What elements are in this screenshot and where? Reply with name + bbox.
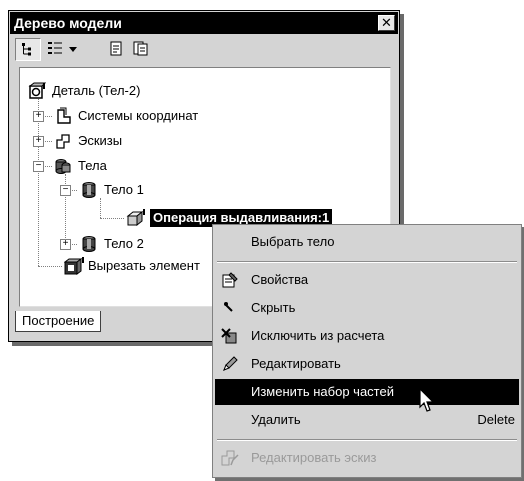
body-icon bbox=[80, 181, 98, 199]
tree-item-label: Тела bbox=[78, 158, 107, 173]
menu-item-label: Изменить набор частей bbox=[251, 384, 394, 399]
tree-item-label: Вырезать элемент bbox=[88, 258, 200, 273]
menu-item-label: Скрыть bbox=[251, 300, 296, 315]
menu-item-edit-sketch[interactable]: Редактировать эскиз bbox=[215, 445, 519, 471]
menu-item-shortcut: Delete bbox=[477, 412, 515, 427]
context-menu: Выбрать тело Свойства Скрыть Исключить и… bbox=[212, 224, 522, 478]
extrusion-icon bbox=[126, 209, 145, 227]
document-copy-button[interactable] bbox=[130, 38, 150, 59]
menu-item-label: Удалить bbox=[251, 412, 301, 427]
tree-item-label: Тело 1 bbox=[104, 182, 144, 197]
tab-construction[interactable]: Построение bbox=[15, 311, 102, 332]
menu-item-edit[interactable]: Редактировать bbox=[215, 351, 519, 377]
close-button[interactable]: ✕ bbox=[378, 15, 395, 31]
expand-toggle[interactable]: + bbox=[33, 111, 44, 122]
tree-item-label: Эскизы bbox=[78, 133, 123, 148]
expand-toggle[interactable]: + bbox=[33, 136, 44, 147]
mouse-pointer-icon bbox=[419, 388, 435, 412]
menu-item-label: Выбрать тело bbox=[251, 234, 335, 249]
hide-icon bbox=[221, 295, 239, 324]
menu-item-label: Редактировать эскиз bbox=[251, 450, 377, 465]
list-view-button[interactable] bbox=[44, 38, 66, 59]
panel-title: Дерево модели bbox=[14, 15, 122, 31]
expand-toggle[interactable]: + bbox=[60, 239, 71, 250]
menu-item-label: Редактировать bbox=[251, 356, 341, 371]
menu-item-label: Исключить из расчета bbox=[251, 328, 385, 343]
menu-item-delete[interactable]: Удалить Delete bbox=[215, 407, 519, 433]
tree-connector bbox=[100, 218, 124, 219]
dropdown-arrow-icon bbox=[69, 47, 77, 52]
edit-sketch-icon bbox=[221, 445, 239, 475]
exclude-icon bbox=[221, 323, 239, 353]
tree-connector bbox=[38, 266, 62, 267]
panel-toolbar bbox=[10, 35, 398, 63]
menu-separator bbox=[217, 261, 517, 263]
tree-connector bbox=[100, 198, 101, 218]
part-icon bbox=[28, 82, 47, 100]
sketch-icon bbox=[54, 132, 72, 150]
menu-item-exclude-from-calc[interactable]: Исключить из расчета bbox=[215, 323, 519, 349]
menu-item-select-body[interactable]: Выбрать тело bbox=[215, 229, 519, 255]
list-view-icon bbox=[48, 42, 62, 54]
collapse-toggle[interactable]: − bbox=[60, 185, 71, 196]
cut-element-icon bbox=[63, 257, 84, 275]
menu-item-hide[interactable]: Скрыть bbox=[215, 295, 519, 321]
document-icon bbox=[110, 41, 122, 56]
tree-root-label: Деталь (Тел-2) bbox=[52, 83, 141, 98]
edit-pencil-icon bbox=[221, 351, 239, 381]
document-button[interactable] bbox=[106, 38, 126, 59]
menu-separator bbox=[217, 439, 517, 441]
menu-item-change-parts-set[interactable]: Изменить набор частей bbox=[215, 379, 519, 405]
view-dropdown-button[interactable] bbox=[67, 38, 79, 59]
tree-item-label: Тело 2 bbox=[104, 236, 144, 251]
tree-structure-icon bbox=[22, 43, 31, 56]
tree-view-button[interactable] bbox=[15, 38, 41, 61]
menu-item-properties[interactable]: Свойства bbox=[215, 267, 519, 293]
tree-item-label: Системы координат bbox=[78, 108, 199, 123]
close-icon: ✕ bbox=[381, 15, 392, 30]
menu-item-label: Свойства bbox=[251, 272, 309, 287]
properties-icon bbox=[221, 267, 239, 297]
bodies-icon bbox=[54, 157, 72, 175]
panel-titlebar[interactable]: Дерево модели ✕ bbox=[10, 12, 398, 34]
document-copy-icon bbox=[133, 41, 147, 56]
collapse-toggle[interactable]: − bbox=[33, 161, 44, 172]
coordinate-system-icon bbox=[54, 107, 72, 125]
body-icon bbox=[80, 235, 98, 253]
